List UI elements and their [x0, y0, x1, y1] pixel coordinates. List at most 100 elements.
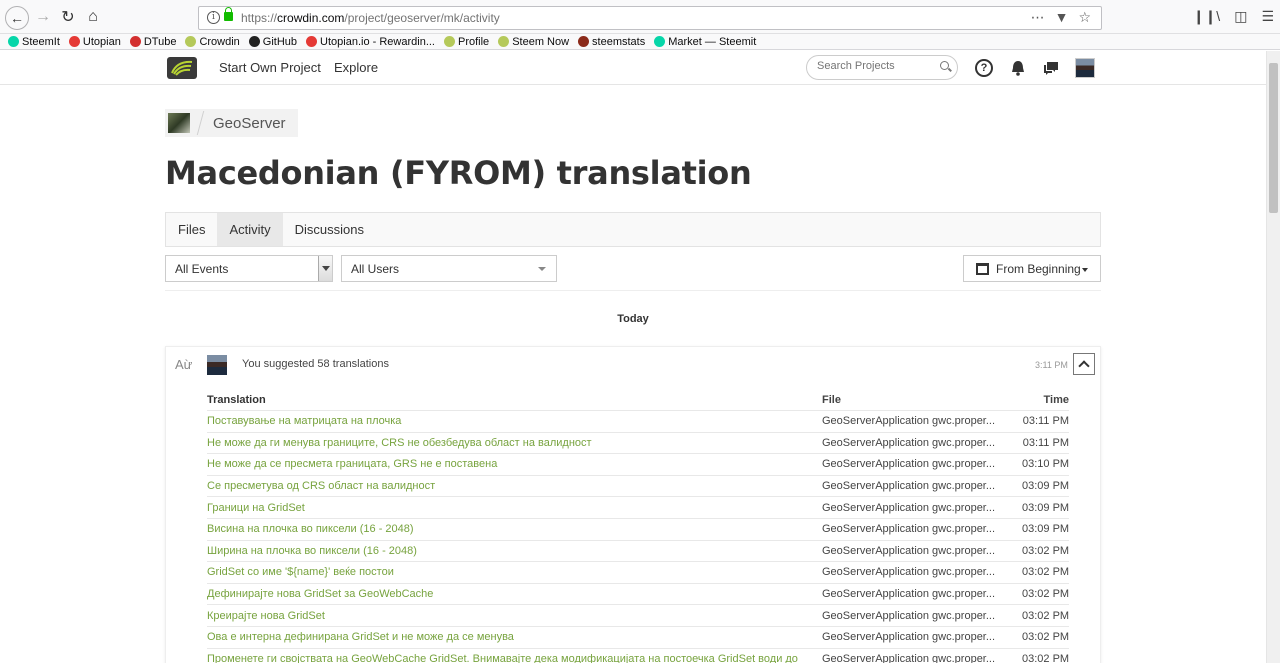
file-name: GeoServerApplication gwc.proper...	[822, 566, 996, 579]
browser-toolbar: ← → ↻ ⌂ i https://crowdin.com/project/ge…	[0, 0, 1280, 34]
project-logo	[168, 113, 190, 133]
search-input[interactable]	[817, 60, 932, 72]
file-name: GeoServerApplication gwc.proper...	[822, 436, 996, 449]
table-row: Граници на GridSet GeoServerApplication g…	[207, 497, 1069, 519]
bookmark-favicon-icon	[444, 36, 455, 47]
row-time: 03:09 PM	[1022, 523, 1070, 536]
events-filter-select[interactable]: All Events	[165, 255, 333, 282]
chevron-down-icon[interactable]	[318, 256, 332, 281]
search-projects-box[interactable]	[806, 55, 958, 80]
translation-link[interactable]: Не може да се пресмета границата, GRS не…	[207, 458, 822, 470]
translation-link[interactable]: GridSet со име '${name}' веќе постои	[207, 566, 822, 578]
bookmark-item[interactable]: Utopian	[68, 35, 121, 48]
page-scrollbar[interactable]	[1266, 51, 1280, 663]
caret-down-icon	[538, 267, 546, 271]
bookmark-item[interactable]: Market — Steemit	[654, 36, 756, 48]
table-row: Променете ги својствата на GeoWebCache G…	[207, 649, 1069, 663]
bookmark-item[interactable]: steemstats	[578, 36, 645, 48]
forward-arrow-icon[interactable]: →	[32, 6, 54, 28]
calendar-icon	[976, 263, 989, 275]
messages-icon[interactable]	[1042, 59, 1060, 77]
translation-link[interactable]: Ова е интерна дефинирана GridSet и не мо…	[207, 631, 822, 643]
file-name: GeoServerApplication gwc.proper...	[822, 523, 996, 536]
scrollbar-thumb[interactable]	[1269, 63, 1278, 213]
table-row: GridSet со име '${name}' веќе постои GeoS…	[207, 562, 1069, 584]
day-heading: Today	[617, 313, 649, 325]
translation-link[interactable]: Променете ги својствата на GeoWebCache G…	[207, 653, 822, 663]
bookmark-star-icon[interactable]: ☆	[1078, 9, 1091, 26]
bell-icon[interactable]	[1009, 59, 1027, 77]
row-time: 03:02 PM	[1022, 588, 1070, 601]
users-filter-value: All Users	[351, 262, 400, 276]
translation-link[interactable]: Креирајте нова GridSet	[207, 610, 822, 622]
back-arrow-icon[interactable]: ←	[5, 6, 29, 30]
collapse-button[interactable]	[1073, 353, 1095, 375]
bookmark-item[interactable]: Profile	[444, 36, 489, 48]
tab-activity[interactable]: Activity	[217, 213, 283, 246]
translation-link[interactable]: Се пресметува од CRS област на валидност	[207, 480, 822, 492]
page-title: Macedonian (FYROM) translation	[165, 154, 752, 192]
project-name[interactable]: GeoServer	[201, 115, 298, 132]
bookmark-item[interactable]: DTube	[129, 36, 176, 48]
pocket-icon[interactable]: ▼	[1055, 9, 1069, 26]
page-actions-icon[interactable]: ⋯	[1031, 9, 1045, 26]
table-row: Не може да ги менува границите, CRS не о…	[207, 433, 1069, 455]
reload-icon[interactable]: ↻	[57, 6, 79, 28]
bookmark-label: SteemIt	[22, 35, 60, 48]
crowdin-logo-icon[interactable]	[167, 57, 197, 79]
date-range-button[interactable]: From Beginning	[963, 255, 1101, 282]
explore-link[interactable]: Explore	[334, 60, 378, 75]
row-time: 03:11 PM	[1022, 415, 1069, 428]
project-breadcrumb[interactable]: GeoServer	[165, 109, 298, 137]
divider	[165, 290, 1101, 291]
bookmark-item[interactable]: Utopian.io - Rewardin...	[306, 36, 435, 48]
bookmark-item[interactable]: SteemIt	[8, 36, 60, 48]
project-tabs: Files Activity Discussions	[165, 212, 1101, 247]
translation-link[interactable]: Не може да ги менува границите, CRS не о…	[207, 437, 822, 449]
bookmark-label: Utopian	[82, 35, 121, 48]
menu-icon[interactable]: ☰	[1261, 8, 1274, 25]
file-name: GeoServerApplication gwc.proper...	[822, 458, 996, 471]
file-name: GeoServerApplication gwc.proper...	[822, 480, 996, 493]
bookmark-label: steemstats	[592, 35, 646, 48]
translation-link[interactable]: Граници на GridSet	[207, 502, 822, 514]
column-time: Time	[1043, 393, 1069, 406]
activity-time: 3:11 PM	[1035, 360, 1068, 370]
file-name: GeoServerApplication gwc.proper...	[822, 588, 996, 601]
bookmark-label: GitHub	[262, 35, 298, 48]
activity-card: Aừ You suggested 58 translations 3:11 PM…	[165, 346, 1101, 663]
sidebar-icon[interactable]: ◫	[1234, 8, 1247, 25]
user-avatar[interactable]	[1075, 58, 1095, 78]
info-icon[interactable]: i	[207, 11, 220, 24]
bookmark-label: Utopian.io - Rewardin...	[320, 35, 435, 48]
table-row: Креирајте нова GridSet GeoServerApplicati…	[207, 605, 1069, 627]
tab-files[interactable]: Files	[166, 213, 217, 246]
start-own-project-link[interactable]: Start Own Project	[219, 60, 321, 75]
translation-link[interactable]: Дефинирајте нова GridSet за GeoWebCache	[207, 588, 822, 600]
url-text[interactable]: https://crowdin.com/project/geoserver/mk…	[241, 11, 500, 25]
bookmark-item[interactable]: Crowdin	[185, 36, 240, 48]
row-time: 03:02 PM	[1022, 566, 1070, 579]
users-filter-select[interactable]: All Users	[341, 255, 557, 282]
bookmark-favicon-icon	[306, 36, 318, 47]
bookmark-favicon-icon	[578, 36, 590, 47]
translation-link[interactable]: Ширина на плочка во пиксели (16 - 2048)	[207, 545, 822, 557]
library-icon[interactable]: ❙❙\	[1193, 8, 1220, 25]
translate-icon: Aừ	[175, 357, 193, 372]
bookmark-item[interactable]: GitHub	[248, 35, 298, 48]
translation-link[interactable]: Висина на плочка во пиксели (16 - 2048)	[207, 523, 822, 535]
caret-down-icon	[1082, 268, 1088, 272]
home-icon[interactable]: ⌂	[82, 6, 104, 28]
bookmark-label: Steem Now	[512, 35, 570, 48]
lock-icon	[224, 7, 233, 21]
column-translation: Translation	[207, 393, 266, 406]
search-icon[interactable]	[940, 61, 949, 70]
translation-link[interactable]: Поставување на матрицата на плочка	[207, 415, 822, 427]
avatar[interactable]	[207, 355, 227, 375]
help-icon[interactable]: ?	[975, 59, 993, 77]
bookmark-favicon-icon	[654, 36, 666, 47]
bookmark-item[interactable]: Steem Now	[498, 36, 569, 48]
tab-discussions[interactable]: Discussions	[283, 213, 376, 246]
url-bar[interactable]: i https://crowdin.com/project/geoserver/…	[198, 6, 1102, 30]
bookmark-favicon-icon	[248, 36, 260, 47]
